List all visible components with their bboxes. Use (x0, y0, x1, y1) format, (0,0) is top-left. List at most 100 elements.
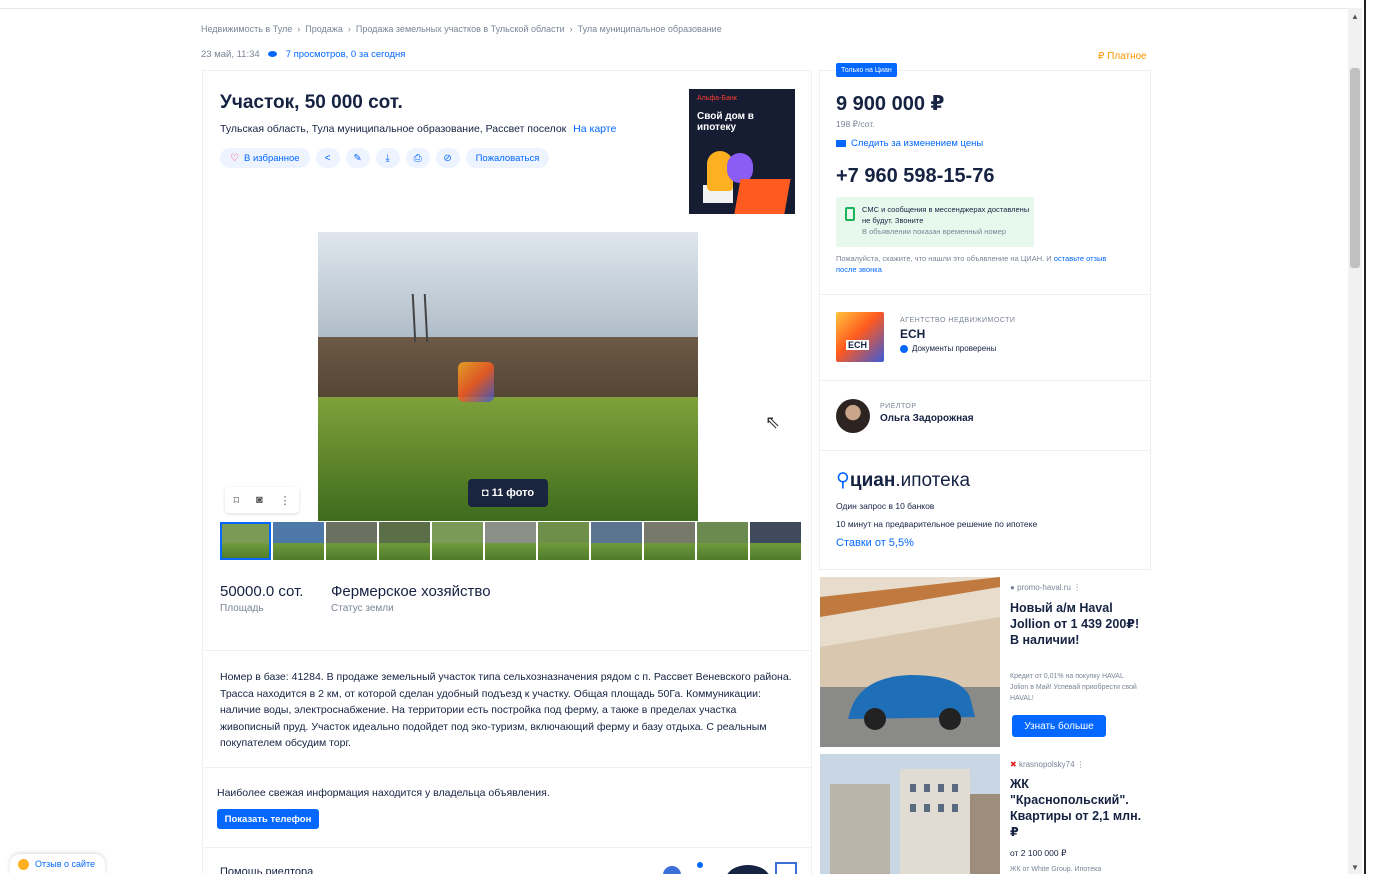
phone-icon (845, 207, 855, 221)
smile-icon (18, 858, 29, 870)
scroll-down-icon[interactable]: ▼ (1351, 863, 1359, 872)
haval-ad[interactable]: ● promo-haval.ru ⋮ Новый а/м Haval Jolli… (820, 577, 1150, 747)
track-price-label: Следить за изменением цены (851, 138, 984, 149)
check-icon (900, 344, 908, 353)
scrollbar-thumb[interactable] (1350, 68, 1360, 268)
only-cian-badge: Только на Циан (836, 63, 897, 77)
breadcrumb: Недвижимость в Туле › Продажа › Продажа земе… (201, 24, 722, 34)
photo-count-label: 11 фото (491, 487, 535, 499)
phone-number[interactable]: +7 960 598-15-76 (836, 165, 994, 188)
download-icon: ⤓ (385, 152, 390, 164)
realtor-caption: РИЕЛТОР (880, 403, 917, 410)
ad-source: ✖ krasnopolsky74 ⋮ (1010, 760, 1085, 769)
camera-icon[interactable]: ◙ (256, 494, 263, 506)
ad-bank-name: Альфа-Банк (697, 95, 737, 102)
more-icon[interactable]: ⋮ (1073, 583, 1081, 592)
ad-source-text: krasnopolsky74 (1018, 760, 1075, 769)
photo-thumbnail[interactable] (273, 522, 324, 560)
bookmark-icon[interactable]: ⌑ (233, 494, 239, 507)
cian-mortgage-logo: ⚲циан.ипотека (836, 469, 970, 492)
hide-button[interactable]: ⊘ (435, 148, 460, 168)
paid-badge: ₽ Платное (1098, 51, 1147, 62)
more-icon[interactable]: ⋮ (280, 494, 291, 507)
ad-source-text: promo-haval.ru (1017, 583, 1071, 592)
fact-label: Площадь (220, 603, 264, 614)
photo-thumbnail[interactable] (538, 522, 589, 560)
site-feedback-button[interactable]: Отзыв о сайте (10, 854, 106, 874)
camera-icon: ◘ (481, 487, 492, 499)
logo-bold: циан (849, 470, 896, 491)
agency-info: АГЕНТСТВО НЕДВИЖИМОСТИ ЕСН Документы про… (900, 317, 1015, 353)
agency-name[interactable]: ЕСН (900, 327, 1015, 341)
photo-count-button[interactable]: ◘ 11 фото (468, 479, 548, 507)
breadcrumb-item[interactable]: Продажа земельных участков в Тульской об… (356, 24, 565, 34)
learn-more-button[interactable]: Узнать больше (1012, 715, 1106, 737)
agency-caption: АГЕНТСТВО НЕДВИЖИМОСТИ (900, 317, 1016, 324)
breadcrumb-item[interactable]: Недвижимость в Туле (201, 24, 292, 34)
sms-warning: СМС и сообщения в мессенджерах доставлен… (836, 197, 1034, 247)
heart-icon: ♡ (230, 152, 239, 164)
ad-description: ЖК от White Group. Ипотека (1010, 866, 1102, 873)
krasnopolsky-ad[interactable]: ✖ krasnopolsky74 ⋮ ЖК "Краснопольский". … (820, 754, 1150, 874)
window-edge (1364, 0, 1366, 874)
photo-thumbnail[interactable] (379, 522, 430, 560)
photo-thumbnail[interactable] (432, 522, 483, 560)
realtor-help-illustration (663, 862, 797, 874)
rates-link[interactable]: Ставки от 5,5% (836, 537, 914, 549)
agency-card[interactable]: ЕСН АГЕНТСТВО НЕДВИЖИМОСТИ ЕСН Документы… (820, 295, 1150, 381)
note-button[interactable]: ✎ (345, 148, 370, 168)
mortgage-ad-banner[interactable]: Альфа-Банк Свой дом в ипотеку (689, 89, 795, 214)
chevron-right-icon: › (569, 24, 573, 34)
download-button[interactable]: ⤓ (375, 148, 400, 168)
photo-thumbnail[interactable] (485, 522, 536, 560)
ad-description: Кредит от 0,01% на покупку HAVAL Jolion … (1010, 673, 1137, 702)
more-icon[interactable]: ⋮ (1077, 760, 1085, 769)
views-link[interactable]: 7 просмотров, 0 за сегодня (286, 49, 406, 60)
fact-value: Фермерское хозяйство (331, 583, 491, 600)
realtor-name[interactable]: Ольга Задорожная (880, 413, 974, 424)
photo-thumbnail[interactable] (591, 522, 642, 560)
price-card: Только на Циан 9 900 000 ₽ 198 ₽/сот. Сл… (820, 63, 1150, 295)
ad-title[interactable]: ЖК "Краснопольский". Квартиры от 2,1 млн… (1010, 776, 1145, 840)
agency-logo-text: ЕСН (846, 340, 870, 350)
divider (203, 650, 811, 651)
map-link[interactable]: На карте (573, 123, 616, 135)
share-icon: < (324, 152, 331, 164)
action-bar: ♡ В избранное < ✎ ⤓ ⎙ ⊘ Пожаловаться (220, 148, 550, 168)
show-phone-button[interactable]: Показать телефон (217, 809, 319, 829)
page-title: Участок, 50 000 сот. (220, 92, 403, 113)
fact-label: Статус земли (331, 603, 394, 614)
fact-area: 50000.0 сот. Площадь (220, 583, 303, 614)
share-button[interactable]: < (315, 148, 340, 168)
verified-badge: Документы проверены (900, 344, 1015, 353)
track-price-link[interactable]: Следить за изменением цены (836, 138, 983, 149)
realtor-help-title: Помощь риелтора (220, 866, 314, 874)
agency-logo: ЕСН (836, 312, 884, 362)
print-button[interactable]: ⎙ (405, 148, 430, 168)
ad-title[interactable]: Новый а/м Haval Jollion от 1 439 200₽! В… (1010, 600, 1145, 648)
mouse-cursor-icon: ⇖ (765, 412, 781, 432)
complain-button[interactable]: Пожаловаться (465, 148, 550, 168)
chevron-right-icon: › (347, 24, 351, 34)
favorite-button[interactable]: ♡ В избранное (220, 148, 310, 168)
photo-thumbnail[interactable] (220, 522, 271, 560)
breadcrumb-item[interactable]: Тула муниципальное образование (578, 24, 722, 34)
brand-icon: ✖ (1010, 760, 1017, 769)
cian-mortgage-card[interactable]: ⚲циан.ипотека Один запрос в 10 банков 10… (820, 451, 1150, 569)
pencil-icon: ✎ (353, 152, 362, 164)
ad-source: ● promo-haval.ru ⋮ (1010, 583, 1081, 592)
scroll-up-icon[interactable]: ▲ (1351, 12, 1359, 21)
breadcrumb-item[interactable]: Продажа (305, 24, 343, 34)
scrollbar[interactable]: ▲ ▼ (1348, 8, 1362, 874)
verified-label: Документы проверены (912, 344, 997, 353)
realtor-card[interactable]: РИЕЛТОР Ольга Задорожная (820, 381, 1150, 451)
feedback-label: Отзыв о сайте (35, 859, 96, 869)
photo-thumbnails (220, 522, 801, 560)
divider (203, 847, 811, 848)
photo-thumbnail[interactable] (644, 522, 695, 560)
photo-thumbnail[interactable] (750, 522, 801, 560)
photo-thumbnail[interactable] (697, 522, 748, 560)
photo-thumbnail[interactable] (326, 522, 377, 560)
main-photo[interactable]: ◘ 11 фото (318, 232, 698, 521)
call-note: Пожалуйста, скажите, что нашли это объяв… (836, 253, 1126, 275)
